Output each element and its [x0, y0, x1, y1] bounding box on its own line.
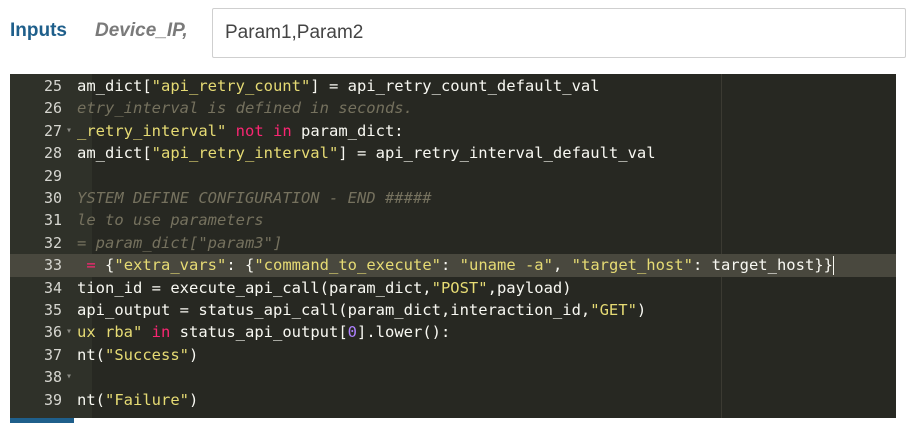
- code-token: = param_dict["param3"]: [77, 233, 283, 252]
- code-token: =: [86, 256, 96, 275]
- device-ip-label: Device_IP,: [95, 20, 188, 41]
- code-token: etry_interval is defined in seconds.: [77, 99, 413, 118]
- code-token: : target_host}}: [692, 256, 833, 275]
- code-token: "api_retry_interval": [151, 144, 339, 163]
- code-line[interactable]: 27 ▾ _retry_interval" not in param_dict:: [10, 120, 896, 142]
- code-token: ].lower():: [357, 323, 451, 342]
- code-text: _retry_interval" not in param_dict:: [77, 120, 404, 142]
- code-token: param_dict:: [291, 121, 404, 140]
- code-token: le to use parameters: [77, 211, 264, 230]
- line-number: 30: [43, 189, 62, 207]
- line-number: 29: [43, 166, 62, 185]
- code-token: ): [636, 301, 647, 319]
- code-line[interactable]: 25 am_dict["api_retry_count"] = api_retry…: [10, 75, 896, 97]
- code-token: "api_retry_count": [151, 77, 311, 95]
- code-text: ux rba" in status_api_output[0].lower():: [77, 321, 450, 343]
- code-line[interactable]: 36 ▾ ux rba" in status_api_output[0].lower…: [10, 321, 896, 343]
- line-number: 37: [43, 345, 62, 364]
- code-token: YSTEM DEFINE CONFIGURATION - END #####: [77, 189, 432, 207]
- code-token: {: [95, 256, 115, 275]
- line-number: 26: [43, 99, 62, 118]
- code-token: nt(: [77, 390, 105, 409]
- code-text: nt("Failure"): [77, 389, 198, 411]
- code-token: status_api_output[: [170, 323, 348, 342]
- code-line[interactable]: 29: [10, 165, 896, 187]
- code-text: tion_id = execute_api_call(param_dict,"P…: [77, 277, 572, 299]
- text-cursor: [833, 256, 834, 276]
- code-text: le to use parameters: [77, 209, 264, 231]
- code-token: "target_host": [571, 256, 693, 275]
- code-token: "uname -a": [459, 256, 553, 275]
- code-token: am_dict[: [77, 77, 152, 95]
- code-line[interactable]: 32 = param_dict["param3"]: [10, 232, 896, 254]
- code-line[interactable]: 26 etry_interval is defined in seconds.: [10, 97, 896, 119]
- code-token: _retry_interval": [77, 121, 227, 140]
- code-line[interactable]: 28 am_dict["api_retry_interval"] = api_re…: [10, 142, 896, 164]
- line-number: 28: [43, 144, 62, 163]
- code-token: "Success": [105, 345, 189, 364]
- editor-scrollbar[interactable]: [896, 74, 910, 418]
- line-number: 27: [43, 121, 62, 140]
- line-number: 32: [43, 233, 62, 252]
- line-number: 38: [43, 368, 62, 387]
- code-line[interactable]: 30 YSTEM DEFINE CONFIGURATION - END #####: [10, 187, 896, 209]
- code-text: YSTEM DEFINE CONFIGURATION - END #####: [77, 187, 432, 209]
- code-token: "extra_vars": [114, 256, 227, 275]
- code-token: tion_id = execute_api_call(param_dict,: [77, 278, 432, 297]
- line-number: 34: [43, 278, 62, 297]
- code-token: "command_to_execute": [254, 256, 441, 275]
- fold-toggle-icon[interactable]: ▾: [66, 321, 76, 343]
- code-token: ): [189, 390, 199, 409]
- inputs-label: Inputs: [10, 20, 67, 41]
- param-input[interactable]: [212, 8, 906, 58]
- line-number: 33: [43, 256, 62, 275]
- code-token: am_dict[: [77, 144, 152, 163]
- code-text: = param_dict["param3"]: [77, 232, 282, 254]
- code-editor[interactable]: 25 am_dict["api_retry_count"] = api_retry…: [10, 74, 896, 418]
- code-token: ,: [552, 256, 572, 275]
- code-token: "GET": [590, 301, 637, 319]
- code-text: api_output = status_api_call(param_dict,…: [77, 299, 646, 321]
- fold-toggle-icon[interactable]: ▾: [66, 120, 76, 142]
- code-token: 0: [347, 323, 357, 342]
- code-token: ] = api_retry_count_default_val: [310, 77, 600, 95]
- line-number: 25: [43, 77, 62, 95]
- code-token: api_output = status_api_call(param_dict,…: [77, 301, 591, 319]
- fold-toggle-icon[interactable]: ▾: [66, 366, 76, 388]
- code-token: "Failure": [105, 390, 189, 409]
- code-token: not in: [235, 121, 292, 140]
- code-line[interactable]: 35 api_output = status_api_call(param_dic…: [10, 299, 896, 321]
- code-token: ] = api_retry_interval_default_val: [338, 144, 656, 163]
- code-text: am_dict["api_retry_interval"] = api_retr…: [77, 142, 656, 164]
- code-line[interactable]: 31 le to use parameters: [10, 209, 896, 231]
- line-number: 31: [43, 211, 62, 230]
- code-line[interactable]: 34 tion_id = execute_api_call(param_dict,…: [10, 277, 896, 299]
- code-token: : {: [226, 256, 255, 275]
- line-number: 35: [43, 301, 62, 319]
- code-text: am_dict["api_retry_count"] = api_retry_c…: [77, 75, 600, 97]
- code-token: nt(: [77, 345, 105, 364]
- line-number: 39: [43, 390, 62, 409]
- bottom-tab-indicator: [10, 418, 74, 423]
- code-token: in: [151, 323, 171, 342]
- code-line[interactable]: 33 = {"extra_vars": {"command_to_execute…: [10, 254, 896, 277]
- code-text: nt("Success"): [77, 344, 198, 366]
- line-number: 36: [43, 323, 62, 342]
- clipped-header-text: [100, 0, 800, 5]
- code-token: ): [189, 345, 199, 364]
- code-line[interactable]: 37 nt("Success"): [10, 344, 896, 366]
- code-line[interactable]: 38 ▾: [10, 366, 896, 388]
- code-token: ,payload): [487, 278, 572, 297]
- code-token: "POST": [431, 278, 488, 297]
- code-token: ux rba": [77, 323, 143, 342]
- code-text: = {"extra_vars": {"command_to_execute" : …: [77, 254, 833, 276]
- code-line[interactable]: 39 nt("Failure"): [10, 389, 896, 411]
- code-text: etry_interval is defined in seconds.: [77, 97, 413, 119]
- code-token: :: [440, 256, 460, 275]
